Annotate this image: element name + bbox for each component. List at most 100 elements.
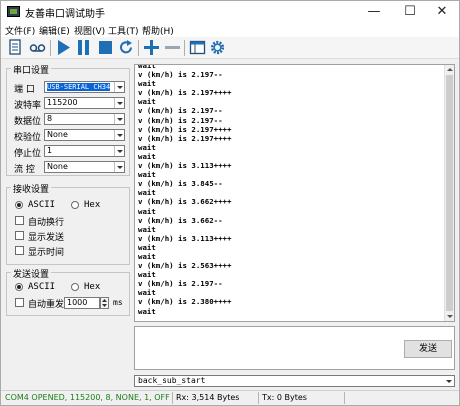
app-window: 友善串口调试助手 — ☐ ✕ 文件(F) 编辑(E) 视图(V) 工具(T) 帮…	[0, 0, 460, 406]
receive-line: v (km/h) is 3.113++++	[138, 161, 232, 171]
chevron-down-icon	[114, 114, 124, 124]
resend-interval-input[interactable]: 1000	[64, 297, 100, 309]
title-bar: 友善串口调试助手 — ☐ ✕	[1, 1, 459, 23]
add-icon[interactable]	[143, 39, 160, 56]
menu-file[interactable]: 文件(F)	[5, 24, 35, 37]
receive-line: wait	[138, 206, 156, 216]
chevron-down-icon	[114, 146, 124, 156]
port-select[interactable]: USB-SERIAL CH34	[44, 81, 125, 93]
receive-hex-radio[interactable]	[71, 201, 79, 209]
flow-select-value: None	[47, 162, 68, 171]
parity-select-value: None	[47, 130, 68, 139]
scroll-down-icon[interactable]	[445, 312, 455, 321]
receive-text: wait v (km/h) is 2.197-- wait v (km/h) is 2…	[138, 65, 232, 316]
show-time-checkbox[interactable]	[15, 246, 24, 255]
refresh-icon[interactable]	[118, 39, 135, 56]
chevron-down-icon	[114, 98, 124, 108]
databits-label: 数据位	[14, 117, 42, 127]
maximize-button[interactable]: ☐	[393, 1, 427, 23]
receive-settings-group: 接收设置 ASCII Hex 自动换行 显示发送 显示时间	[6, 182, 130, 265]
stepper-arrows-icon	[102, 299, 107, 307]
show-time-label: 显示时间	[28, 248, 65, 258]
auto-wrap-checkbox[interactable]	[15, 216, 24, 225]
remove-icon[interactable]	[164, 39, 181, 56]
scroll-up-icon[interactable]	[445, 65, 455, 74]
chevron-down-icon	[446, 380, 452, 383]
receive-line: v (km/h) is 2.197--	[138, 115, 223, 125]
receive-line: v (km/h) is 2.197++++	[138, 124, 232, 134]
record-icon[interactable]	[29, 39, 46, 56]
baud-select-value: 115200	[47, 98, 78, 107]
command-select[interactable]: back_sub_start	[134, 375, 455, 387]
send-settings-title: 发送设置	[11, 267, 52, 280]
send-hex-radio[interactable]	[71, 283, 79, 291]
status-tx: Tx: 0 Bytes	[262, 393, 307, 402]
serial-settings-group: 串口设置 端 口 USB-SERIAL CH34 波特率 115200 数据位 …	[6, 63, 130, 176]
toolbar-separator	[184, 40, 185, 56]
auto-resend-label: 自动重发	[28, 300, 65, 310]
scrollbar-thumb[interactable]	[446, 75, 453, 311]
status-rx: Rx: 3,514 Bytes	[176, 393, 240, 402]
gear-icon[interactable]	[209, 39, 226, 56]
baud-label: 波特率	[14, 101, 42, 111]
stopbits-select-value: 1	[47, 146, 53, 155]
receive-line: wait	[138, 242, 156, 252]
window-icon[interactable]	[189, 39, 206, 56]
new-document-icon[interactable]	[7, 39, 24, 56]
send-ascii-radio[interactable]	[15, 283, 23, 291]
chevron-down-icon	[114, 162, 124, 172]
receive-line: wait	[138, 270, 156, 280]
receive-ascii-label: ASCII	[28, 200, 56, 210]
menu-view[interactable]: 视图(V)	[74, 24, 105, 37]
receive-line: v (km/h) is 2.563++++	[138, 261, 232, 271]
menu-bar: 文件(F) 编辑(E) 视图(V) 工具(T) 帮助(H)	[1, 23, 459, 37]
chevron-down-icon	[114, 130, 124, 140]
send-hex-label: Hex	[84, 282, 101, 292]
toolbar-separator	[50, 40, 51, 56]
receive-text-area[interactable]: wait v (km/h) is 2.197-- wait v (km/h) is 2…	[134, 64, 455, 322]
menu-help[interactable]: 帮助(H)	[142, 24, 174, 37]
receive-line: v (km/h) is 2.197--	[138, 279, 223, 289]
receive-line: wait	[138, 306, 156, 316]
auto-resend-checkbox[interactable]	[15, 298, 24, 307]
port-label: 端 口	[14, 85, 35, 95]
pause-icon[interactable]	[75, 39, 92, 56]
receive-line: wait	[138, 79, 156, 89]
stopbits-select[interactable]: 1	[44, 145, 125, 157]
receive-settings-title: 接收设置	[11, 182, 52, 195]
show-send-label: 显示发送	[28, 233, 65, 243]
serial-settings-title: 串口设置	[11, 63, 52, 76]
menu-tools[interactable]: 工具(T)	[108, 24, 139, 37]
receive-line: wait	[138, 142, 156, 152]
play-icon[interactable]	[55, 39, 72, 56]
databits-select-value: 8	[47, 114, 53, 123]
resend-interval-value: 1000	[67, 298, 88, 307]
command-select-value: back_sub_start	[138, 376, 206, 385]
receive-line: wait	[138, 251, 156, 261]
databits-select[interactable]: 8	[44, 113, 125, 125]
receive-scrollbar[interactable]	[444, 65, 454, 321]
stop-icon[interactable]	[97, 39, 114, 56]
receive-ascii-radio[interactable]	[15, 201, 23, 209]
close-button[interactable]: ✕	[425, 1, 459, 23]
status-separator	[258, 392, 259, 404]
menu-edit[interactable]: 编辑(E)	[39, 24, 70, 37]
window-title: 友善串口调试助手	[25, 9, 105, 20]
receive-line: v (km/h) is 3.662--	[138, 215, 223, 225]
receive-line: wait	[138, 288, 156, 298]
receive-line: wait	[138, 151, 156, 161]
minimize-button[interactable]: —	[357, 1, 391, 23]
port-select-value: USB-SERIAL CH34	[47, 83, 111, 91]
app-logo-icon	[7, 6, 20, 17]
send-button[interactable]: 发送	[404, 340, 452, 358]
toolbar	[1, 37, 459, 59]
parity-select[interactable]: None	[44, 129, 125, 141]
send-settings-group: 发送设置 ASCII Hex 自动重发 1000 ms	[6, 267, 130, 316]
interval-stepper[interactable]	[100, 297, 109, 309]
receive-line: wait	[138, 170, 156, 180]
baud-select[interactable]: 115200	[44, 97, 125, 109]
show-send-checkbox[interactable]	[15, 231, 24, 240]
flow-select[interactable]: None	[44, 161, 125, 173]
interval-unit: ms	[113, 298, 123, 307]
parity-label: 校验位	[14, 133, 42, 143]
